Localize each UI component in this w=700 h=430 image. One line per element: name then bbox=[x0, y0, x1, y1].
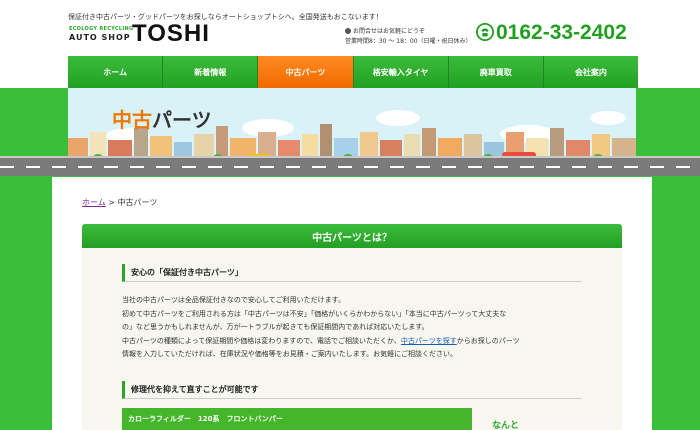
nav-item-news[interactable]: 新着情報 bbox=[163, 56, 259, 88]
intro-paragraph: 当社の中古パーツは全品保証付きなので安心してご利用いただけます。 初めて中古パー… bbox=[122, 294, 592, 362]
header-tagline: 保証付き中古パーツ・グッドパーツをお探しならオートショップトシへ。全国発送もおこ… bbox=[68, 13, 383, 21]
phone-number-text: 0162-33-2402 bbox=[496, 21, 627, 44]
logo-ecology-text: ECOLOGY RECYCLING bbox=[69, 26, 134, 32]
para-line-2: 初めて中古パーツをご利用される方は「中古パーツは不安」「価格がいくらかわからない… bbox=[122, 309, 507, 318]
contact-info: お問合せはお気軽にどうぞ 営業時間8：30 ～ 18：00（日曜・祝日休み） bbox=[345, 27, 472, 47]
nav-item-company[interactable]: 会社案内 bbox=[543, 56, 639, 88]
para-line-4a: 中古パーツの種類によって保証期間や価格は変わりますので、電話でご相談いただくか、 bbox=[122, 336, 401, 345]
para-line-4b: からお探しのパーツ bbox=[456, 336, 520, 345]
contact-line1: お問合せはお気軽にどうぞ bbox=[353, 28, 426, 35]
site-logo[interactable]: TOSHI bbox=[132, 20, 210, 48]
side-callout-text: なんと bbox=[492, 421, 520, 430]
road-line bbox=[0, 166, 700, 168]
product-title-bar: カローラフィルダー 120系 フロントバンパー bbox=[122, 408, 472, 430]
phone-icon bbox=[476, 23, 494, 41]
para-line-5: 情報を入力していただければ、在庫状況や価格等をお見積・ご案内いたします。お気軽に… bbox=[122, 350, 457, 358]
section-heading: 中古パーツとは？ bbox=[82, 224, 622, 248]
para-line-1: 当社の中古パーツは全品保証付きなので安心してご利用いただけます。 bbox=[122, 296, 345, 304]
breadcrumb-current: 中古パーツ bbox=[117, 198, 158, 207]
breadcrumb: ホーム > 中古パーツ bbox=[82, 197, 157, 208]
info-icon bbox=[345, 28, 351, 34]
section-body: 安心の「保証付き中古パーツ」 当社の中古パーツは全品保証付きなので安心してご利用… bbox=[82, 248, 622, 430]
hero-title-rest: パーツ bbox=[152, 108, 212, 132]
subtitle-repair-cost: 修理代を抑えて直すことが可能です bbox=[122, 381, 582, 399]
search-parts-link[interactable]: 中古パーツを探す bbox=[401, 337, 457, 345]
nav-item-tires[interactable]: 格安輸入タイヤ bbox=[353, 56, 449, 88]
logo-auto-shop-text: AUTO SHOP bbox=[69, 33, 131, 42]
subtitle-guarantee: 安心の「保証付き中古パーツ」 bbox=[122, 264, 582, 282]
phone-number[interactable]: 0162-33-2402 bbox=[476, 21, 627, 45]
breadcrumb-home-link[interactable]: ホーム bbox=[82, 198, 106, 207]
business-hours: 営業時間8：30 ～ 18：00（日曜・祝日休み） bbox=[345, 38, 472, 45]
hero-title-accent: 中古 bbox=[112, 108, 152, 132]
site-header: 保証付き中古パーツ・グッドパーツをお探しならオートショップトシへ。全国発送もおこ… bbox=[0, 0, 700, 56]
breadcrumb-separator: > bbox=[105, 198, 118, 207]
para-line-3: の」など思うかもしれませんが、万が一トラブルが起きても保証期間内であれば対応いた… bbox=[122, 323, 429, 331]
nav-item-used-parts[interactable]: 中古パーツ bbox=[258, 56, 354, 88]
para-line-4: 中古パーツの種類によって保証期間や価格は変わりますので、電話でご相談いただくか、… bbox=[122, 335, 592, 349]
hero-title: 中古パーツ bbox=[112, 104, 212, 133]
nav-item-scrap-purchase[interactable]: 廃車買取 bbox=[448, 56, 544, 88]
main-nav: ホーム 新着情報 中古パーツ 格安輸入タイヤ 廃車買取 会社案内 bbox=[68, 56, 639, 88]
nav-item-home[interactable]: ホーム bbox=[68, 56, 164, 88]
main-content: ホーム > 中古パーツ 中古パーツとは？ 安心の「保証付き中古パーツ」 当社の中… bbox=[52, 177, 652, 430]
